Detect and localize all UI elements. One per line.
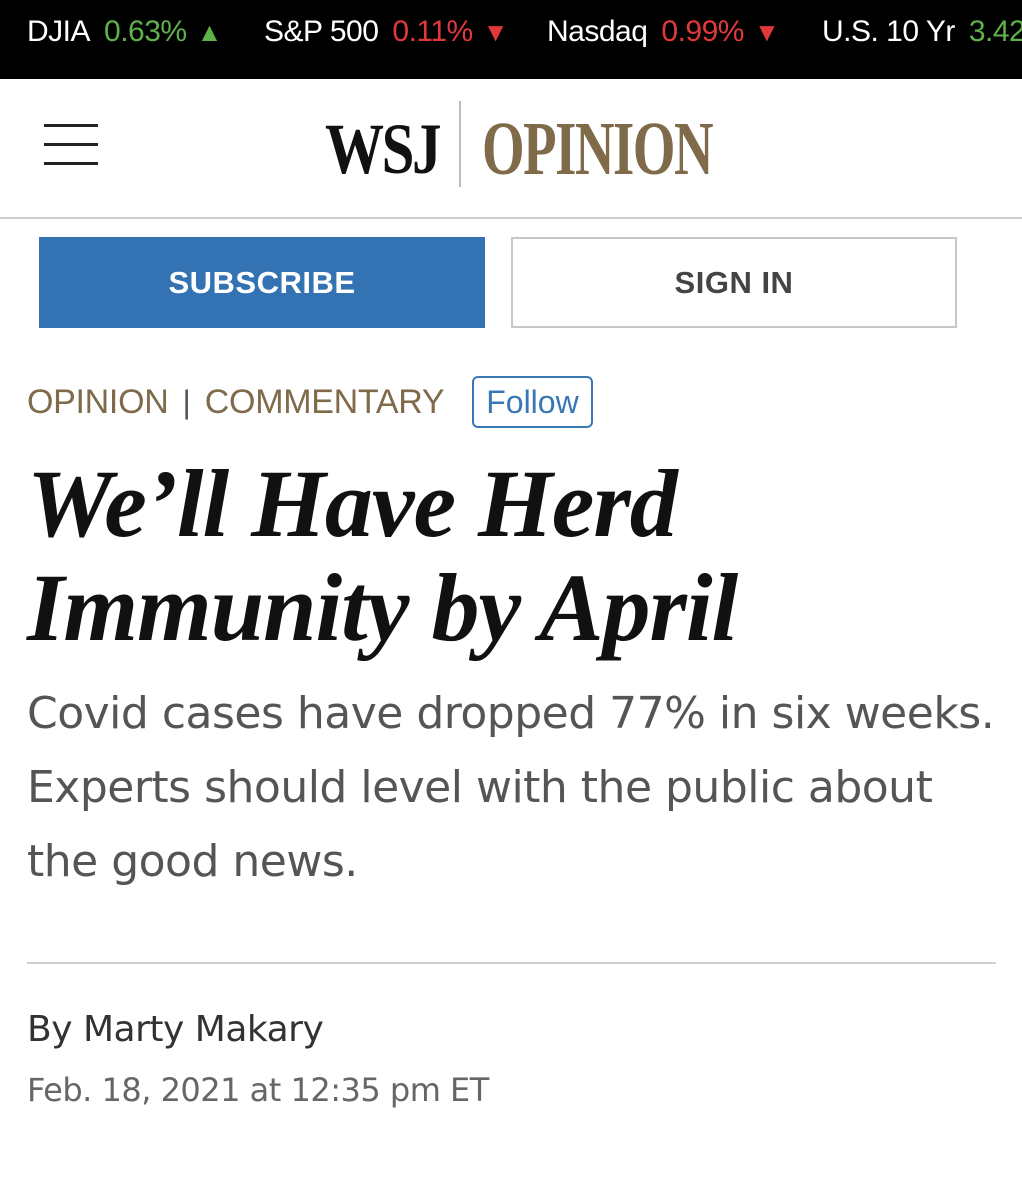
article-summary: Covid cases have dropped 77% in six week… <box>27 688 995 887</box>
ticker-value: 0.99% <box>661 15 744 48</box>
divider <box>27 962 996 964</box>
headline-line-1: We’ll Have Herd <box>27 450 678 557</box>
section-opinion-link[interactable]: OPINION <box>27 383 169 422</box>
ticker-item-sp500[interactable]: S&P 500 0.11% ▼ <box>264 14 508 50</box>
ticker-item-nasdaq[interactable]: Nasdaq 0.99% ▼ <box>547 14 780 50</box>
byline-prefix: By <box>27 1009 73 1050</box>
ticker-value: 0.11% <box>392 15 473 48</box>
market-ticker: DJIA 0.63% ▲ S&P 500 0.11% ▼ Nasdaq 0.99% ▼ U.… <box>0 0 1022 79</box>
ticker-item-djia[interactable]: DJIA 0.63% ▲ <box>27 14 222 50</box>
ticker-name: S&P 500 <box>264 15 379 48</box>
follow-button[interactable]: Follow <box>472 376 593 428</box>
ticker-value: 3.42 <box>968 15 1022 48</box>
logo-divider <box>459 101 461 187</box>
author-link[interactable]: Marty Makary <box>83 1009 324 1050</box>
down-arrow-icon: ▼ <box>753 17 780 47</box>
ticker-item-us10yr[interactable]: U.S. 10 Yr 3.42 <box>822 14 1022 50</box>
opinion-logo[interactable]: OPINION <box>482 109 714 189</box>
byline: By Marty Makary <box>27 1008 324 1052</box>
section-commentary-link[interactable]: COMMENTARY <box>205 383 445 422</box>
up-arrow-icon: ▲ <box>196 17 223 47</box>
article-headline: We’ll Have Herd Immunity by April <box>27 452 997 660</box>
ticker-name: U.S. 10 Yr <box>822 15 955 48</box>
down-arrow-icon: ▼ <box>482 17 509 47</box>
ticker-name: Nasdaq <box>547 15 648 48</box>
ticker-value: 0.63% <box>104 15 187 48</box>
headline-line-2: Immunity by April <box>27 554 738 661</box>
masthead: WSJ OPINION <box>0 79 1022 219</box>
ticker-name: DJIA <box>27 15 91 48</box>
section-breadcrumb: OPINION | COMMENTARY Follow <box>27 376 593 428</box>
section-separator: | <box>182 383 191 420</box>
wsj-logo[interactable]: WSJ <box>325 109 441 189</box>
subscribe-button[interactable]: SUBSCRIBE <box>39 237 485 328</box>
sign-in-button[interactable]: SIGN IN <box>511 237 957 328</box>
publish-timestamp: Feb. 18, 2021 at 12:35 pm ET <box>27 1071 489 1109</box>
hamburger-menu-icon[interactable] <box>44 122 98 166</box>
